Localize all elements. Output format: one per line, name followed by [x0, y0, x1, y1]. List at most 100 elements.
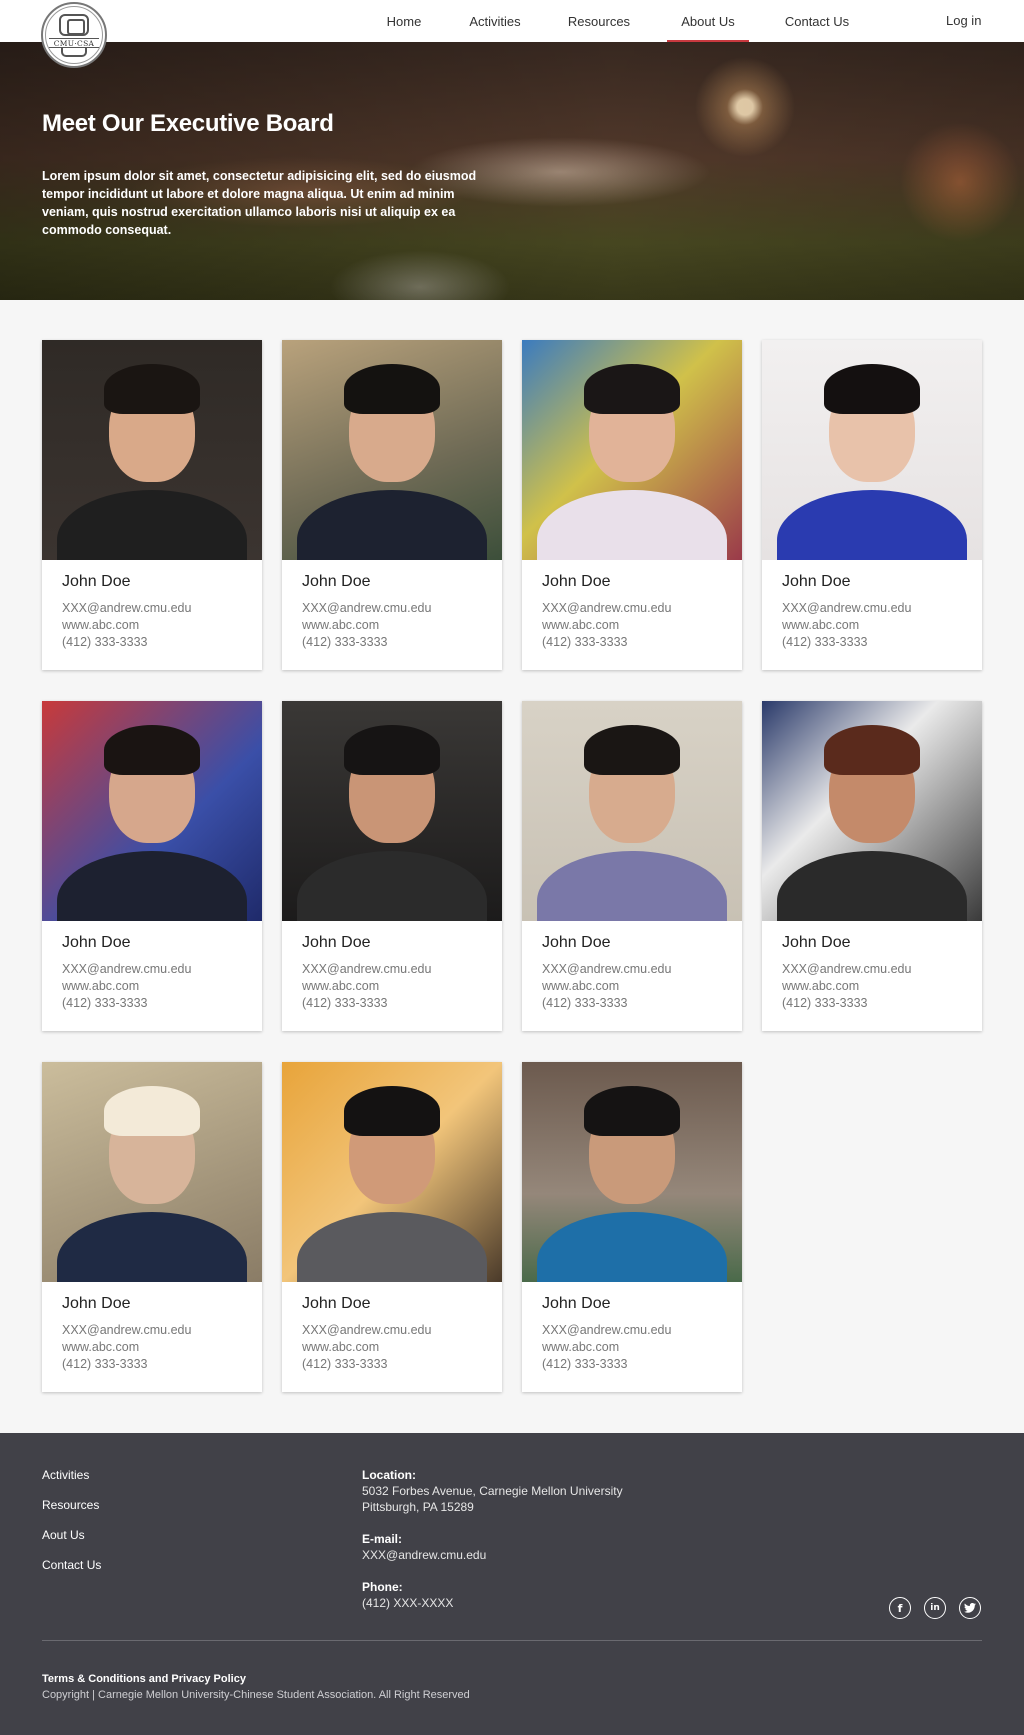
member-photo	[42, 1062, 262, 1282]
portrait-body	[297, 490, 487, 560]
twitter-icon[interactable]	[959, 1597, 981, 1619]
hero-banner: Meet Our Executive Board Lorem ipsum dol…	[0, 42, 1024, 300]
member-card: John Doe XXX@andrew.cmu.edu www.abc.com (41…	[762, 701, 982, 1031]
cmu-csa-logo[interactable]: CMU·CSA	[41, 2, 107, 68]
member-email[interactable]: XXX@andrew.cmu.edu	[302, 601, 431, 615]
member-card: John Doe XXX@andrew.cmu.edu www.abc.com (41…	[282, 340, 502, 670]
member-website[interactable]: www.abc.com	[62, 1340, 139, 1354]
member-website[interactable]: www.abc.com	[62, 979, 139, 993]
portrait-body	[57, 851, 247, 921]
member-email[interactable]: XXX@andrew.cmu.edu	[542, 1323, 671, 1337]
portrait-body	[297, 1212, 487, 1282]
member-photo	[762, 340, 982, 560]
member-website[interactable]: www.abc.com	[302, 979, 379, 993]
member-photo	[522, 701, 742, 921]
member-name: John Doe	[782, 573, 851, 590]
email-value[interactable]: XXX@andrew.cmu.edu	[362, 1548, 486, 1562]
member-card: John Doe XXX@andrew.cmu.edu www.abc.com (41…	[42, 701, 262, 1031]
member-phone: (412) 333-3333	[302, 1357, 388, 1371]
member-phone: (412) 333-3333	[62, 1357, 148, 1371]
footer-link-resources[interactable]: Resources	[42, 1498, 99, 1512]
portrait-body	[537, 1212, 727, 1282]
member-email[interactable]: XXX@andrew.cmu.edu	[782, 962, 911, 976]
footer-link-about-us[interactable]: Aout Us	[42, 1528, 85, 1542]
linkedin-icon[interactable]: in	[924, 1597, 946, 1619]
member-card: John Doe XXX@andrew.cmu.edu www.abc.com (41…	[282, 701, 502, 1031]
phone-value: (412) XXX-XXXX	[362, 1596, 454, 1610]
phone-label: Phone:	[362, 1580, 403, 1594]
member-email[interactable]: XXX@andrew.cmu.edu	[542, 962, 671, 976]
location-line2: Pittsburgh, PA 15289	[362, 1500, 474, 1514]
member-website[interactable]: www.abc.com	[302, 618, 379, 632]
member-card: John Doe XXX@andrew.cmu.edu www.abc.com (41…	[42, 1062, 262, 1392]
nav-activities[interactable]: Activities	[466, 0, 524, 42]
portrait-hair	[104, 364, 200, 414]
member-website[interactable]: www.abc.com	[782, 618, 859, 632]
member-email[interactable]: XXX@andrew.cmu.edu	[302, 962, 431, 976]
portrait-hair	[824, 725, 920, 775]
member-phone: (412) 333-3333	[782, 635, 868, 649]
member-website[interactable]: www.abc.com	[542, 979, 619, 993]
page-title: Meet Our Executive Board	[42, 110, 334, 137]
member-name: John Doe	[782, 934, 851, 951]
member-card: John Doe XXX@andrew.cmu.edu www.abc.com (41…	[522, 340, 742, 670]
footer-link-activities[interactable]: Activities	[42, 1468, 89, 1482]
nav-about-us[interactable]: About Us	[667, 0, 749, 42]
member-phone: (412) 333-3333	[62, 635, 148, 649]
location-label: Location:	[362, 1468, 416, 1482]
member-name: John Doe	[542, 934, 611, 951]
member-email[interactable]: XXX@andrew.cmu.edu	[62, 1323, 191, 1337]
nav-resources[interactable]: Resources	[563, 0, 635, 42]
member-name: John Doe	[62, 1295, 131, 1312]
member-website[interactable]: www.abc.com	[302, 1340, 379, 1354]
member-name: John Doe	[542, 573, 611, 590]
location-line1: 5032 Forbes Avenue, Carnegie Mellon Univ…	[362, 1484, 623, 1498]
member-card: John Doe XXX@andrew.cmu.edu www.abc.com (41…	[282, 1062, 502, 1392]
member-photo	[522, 1062, 742, 1282]
portrait-hair	[344, 1086, 440, 1136]
member-email[interactable]: XXX@andrew.cmu.edu	[302, 1323, 431, 1337]
portrait-body	[777, 490, 967, 560]
member-website[interactable]: www.abc.com	[62, 618, 139, 632]
member-email[interactable]: XXX@andrew.cmu.edu	[782, 601, 911, 615]
nav-home[interactable]: Home	[380, 0, 428, 42]
member-name: John Doe	[302, 1295, 371, 1312]
terms-link[interactable]: Terms & Conditions and Privacy Policy	[42, 1673, 246, 1685]
footer: Activities Resources Aout Us Contact Us …	[0, 1433, 1024, 1735]
portrait-body	[57, 1212, 247, 1282]
member-card: John Doe XXX@andrew.cmu.edu www.abc.com (41…	[522, 701, 742, 1031]
member-card: John Doe XXX@andrew.cmu.edu www.abc.com (41…	[762, 340, 982, 670]
portrait-body	[537, 851, 727, 921]
portrait-hair	[344, 364, 440, 414]
email-label: E-mail:	[362, 1532, 403, 1546]
portrait-hair	[824, 364, 920, 414]
member-website[interactable]: www.abc.com	[542, 618, 619, 632]
member-phone: (412) 333-3333	[302, 635, 388, 649]
member-photo	[762, 701, 982, 921]
portrait-hair	[104, 725, 200, 775]
member-website[interactable]: www.abc.com	[782, 979, 859, 993]
member-email[interactable]: XXX@andrew.cmu.edu	[542, 601, 671, 615]
footer-divider	[42, 1640, 982, 1641]
portrait-hair	[584, 725, 680, 775]
login-link[interactable]: Log in	[946, 0, 981, 42]
member-phone: (412) 333-3333	[542, 635, 628, 649]
member-photo	[282, 701, 502, 921]
member-name: John Doe	[542, 1295, 611, 1312]
portrait-body	[777, 851, 967, 921]
member-name: John Doe	[302, 573, 371, 590]
footer-link-contact-us[interactable]: Contact Us	[42, 1558, 101, 1572]
member-email[interactable]: XXX@andrew.cmu.edu	[62, 962, 191, 976]
portrait-hair	[344, 725, 440, 775]
member-email[interactable]: XXX@andrew.cmu.edu	[62, 601, 191, 615]
portrait-hair	[584, 364, 680, 414]
member-website[interactable]: www.abc.com	[542, 1340, 619, 1354]
member-phone: (412) 333-3333	[302, 996, 388, 1010]
member-photo	[282, 1062, 502, 1282]
nav-contact-us[interactable]: Contact Us	[780, 0, 854, 42]
member-photo	[522, 340, 742, 560]
facebook-icon[interactable]: f	[889, 1597, 911, 1619]
top-nav: Home Activities Resources About Us Conta…	[0, 0, 1024, 42]
member-name: John Doe	[62, 573, 131, 590]
portrait-body	[297, 851, 487, 921]
